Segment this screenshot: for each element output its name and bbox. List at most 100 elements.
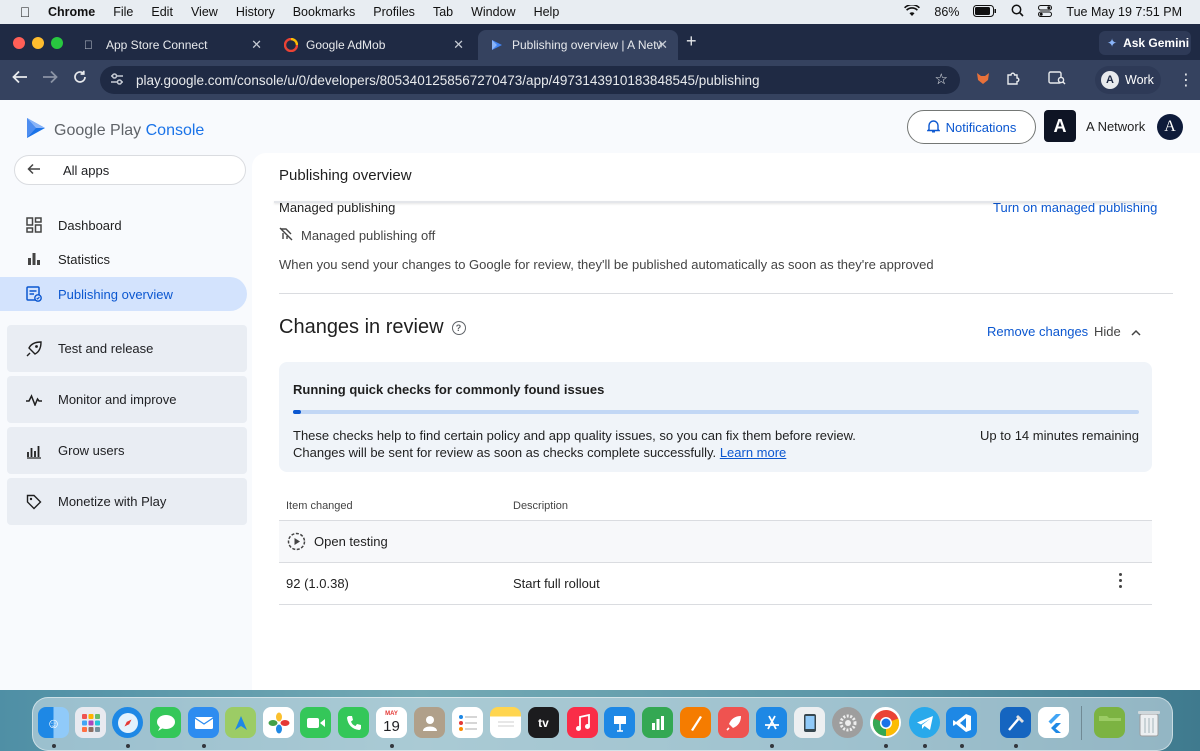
flutter-icon[interactable]	[1038, 707, 1069, 738]
vscode-icon[interactable]	[946, 707, 977, 738]
profile-button[interactable]: A Work	[1095, 66, 1161, 94]
close-tab-icon[interactable]: ✕	[251, 37, 262, 53]
address-bar[interactable]: play.google.com/console/u/0/developers/8…	[100, 66, 960, 94]
spotlight-icon[interactable]	[1011, 4, 1024, 20]
apple-icon[interactable]: 	[16, 4, 34, 20]
system-settings-icon[interactable]	[832, 707, 863, 738]
section-divider	[279, 293, 1173, 294]
phone-icon[interactable]	[338, 707, 369, 738]
app-store-icon[interactable]	[756, 707, 787, 738]
learn-more-link[interactable]: Learn more	[720, 445, 786, 460]
sidebar-item-dashboard[interactable]: Dashboard	[0, 208, 247, 242]
menu-clock[interactable]: Tue May 19 7:51 PM	[1066, 5, 1182, 19]
telegram-icon[interactable]	[909, 707, 940, 738]
folder-icon[interactable]	[1094, 707, 1125, 738]
tab-publishing-overview[interactable]: Publishing overview | A Netwo ✕	[478, 30, 678, 60]
quick-checks-description: These checks help to find certain policy…	[293, 428, 856, 443]
contacts-icon[interactable]	[414, 707, 445, 738]
running-indicator	[884, 744, 888, 748]
photos-icon[interactable]	[263, 707, 294, 738]
extensions-puzzle-icon[interactable]	[1006, 71, 1021, 89]
apple-tv-icon[interactable]: tv	[528, 707, 559, 738]
menu-view[interactable]: View	[191, 5, 218, 19]
ask-gemini-button[interactable]: ✦ Ask Gemini	[1099, 31, 1191, 55]
profile-avatar: A	[1101, 71, 1119, 89]
pulse-icon	[24, 393, 44, 406]
menu-profiles[interactable]: Profiles	[373, 5, 415, 19]
simulator-icon[interactable]	[794, 707, 825, 738]
minimize-window-button[interactable]	[32, 37, 44, 49]
maps-icon[interactable]	[225, 707, 256, 738]
managed-publishing-description: When you send your changes to Google for…	[279, 257, 934, 272]
tv-label: tv	[538, 715, 549, 730]
logo-text: Google Play Console	[54, 122, 204, 140]
launchpad-icon[interactable]	[75, 707, 106, 738]
maximize-window-button[interactable]	[51, 37, 63, 49]
sidebar-group-monitor-and-improve[interactable]: Monitor and improve	[7, 376, 247, 423]
grow-icon	[24, 443, 44, 459]
changes-table-header: Item changed Description	[279, 494, 1152, 521]
rocketsim-icon[interactable]	[718, 707, 749, 738]
menu-edit[interactable]: Edit	[151, 5, 173, 19]
safari-icon[interactable]	[112, 707, 143, 738]
tab-title: Publishing overview | A Netwo	[512, 38, 662, 52]
forward-arrow-icon[interactable]	[42, 70, 58, 89]
chrome-icon[interactable]	[870, 707, 901, 738]
developer-account-switcher[interactable]: A A Network	[1044, 108, 1152, 144]
trash-icon[interactable]	[1133, 707, 1164, 738]
close-window-button[interactable]	[13, 37, 25, 49]
sidebar-item-statistics[interactable]: Statistics	[0, 242, 247, 276]
sidebar-group-monetize-with-play[interactable]: Monetize with Play	[7, 478, 247, 525]
music-icon[interactable]	[567, 707, 598, 738]
play-console-logo[interactable]: Google Play Console	[26, 117, 204, 144]
sidebar-group-test-and-release[interactable]: Test and release	[7, 325, 247, 372]
bookmark-star-icon[interactable]: ☆	[935, 70, 948, 88]
menu-history[interactable]: History	[236, 5, 275, 19]
reminders-icon[interactable]	[452, 707, 483, 738]
battery-icon[interactable]	[973, 4, 997, 20]
finder-icon[interactable]: ☺	[38, 707, 69, 738]
side-panel-icon[interactable]	[1048, 71, 1066, 88]
menu-bookmarks[interactable]: Bookmarks	[293, 5, 356, 19]
reload-icon[interactable]	[73, 70, 87, 89]
remove-changes-button[interactable]: Remove changes	[987, 324, 1088, 339]
site-info-icon[interactable]	[110, 72, 124, 89]
menu-window[interactable]: Window	[471, 5, 515, 19]
messages-icon[interactable]	[150, 707, 181, 738]
url-text[interactable]: play.google.com/console/u/0/developers/8…	[136, 73, 760, 88]
tab-app-store-connect[interactable]:  App Store Connect ✕	[72, 30, 272, 60]
sidebar-group-grow-users[interactable]: Grow users	[7, 427, 247, 474]
back-arrow-icon[interactable]	[12, 70, 28, 89]
calendar-icon[interactable]: MAY 19	[376, 707, 407, 738]
control-center-icon[interactable]	[1038, 4, 1053, 20]
menu-help[interactable]: Help	[534, 5, 560, 19]
tab-google-admob[interactable]: Google AdMob ✕	[272, 30, 474, 60]
play-console-icon	[490, 38, 504, 52]
facetime-icon[interactable]	[300, 707, 331, 738]
numbers-icon[interactable]	[642, 707, 673, 738]
mail-icon[interactable]	[188, 707, 219, 738]
browser-menu-icon[interactable]: ⋮	[1178, 70, 1194, 90]
new-tab-button[interactable]: +	[686, 31, 697, 52]
menu-tab[interactable]: Tab	[433, 5, 453, 19]
running-indicator	[1014, 744, 1018, 748]
wifi-icon[interactable]	[904, 3, 921, 20]
notifications-button[interactable]: Notifications	[907, 110, 1036, 144]
extension-fox-icon[interactable]	[975, 71, 991, 88]
help-icon[interactable]: ?	[451, 320, 466, 335]
sidebar-item-publishing-overview[interactable]: Publishing overview	[0, 277, 247, 311]
more-options-icon[interactable]	[1119, 573, 1122, 588]
column-header-item-changed: Item changed	[286, 500, 353, 512]
menu-app-name[interactable]: Chrome	[48, 5, 95, 19]
close-tab-icon[interactable]: ✕	[657, 37, 668, 53]
hide-section-button[interactable]: Hide	[1094, 324, 1141, 339]
all-apps-button[interactable]: All apps	[14, 155, 246, 185]
pages-icon[interactable]	[680, 707, 711, 738]
user-avatar[interactable]: A	[1157, 114, 1183, 140]
managed-publishing-off-icon	[279, 227, 293, 244]
menu-file[interactable]: File	[113, 5, 133, 19]
xcode-icon[interactable]	[1000, 707, 1031, 738]
notes-icon[interactable]	[490, 707, 521, 738]
keynote-icon[interactable]	[604, 707, 635, 738]
close-tab-icon[interactable]: ✕	[453, 37, 464, 53]
